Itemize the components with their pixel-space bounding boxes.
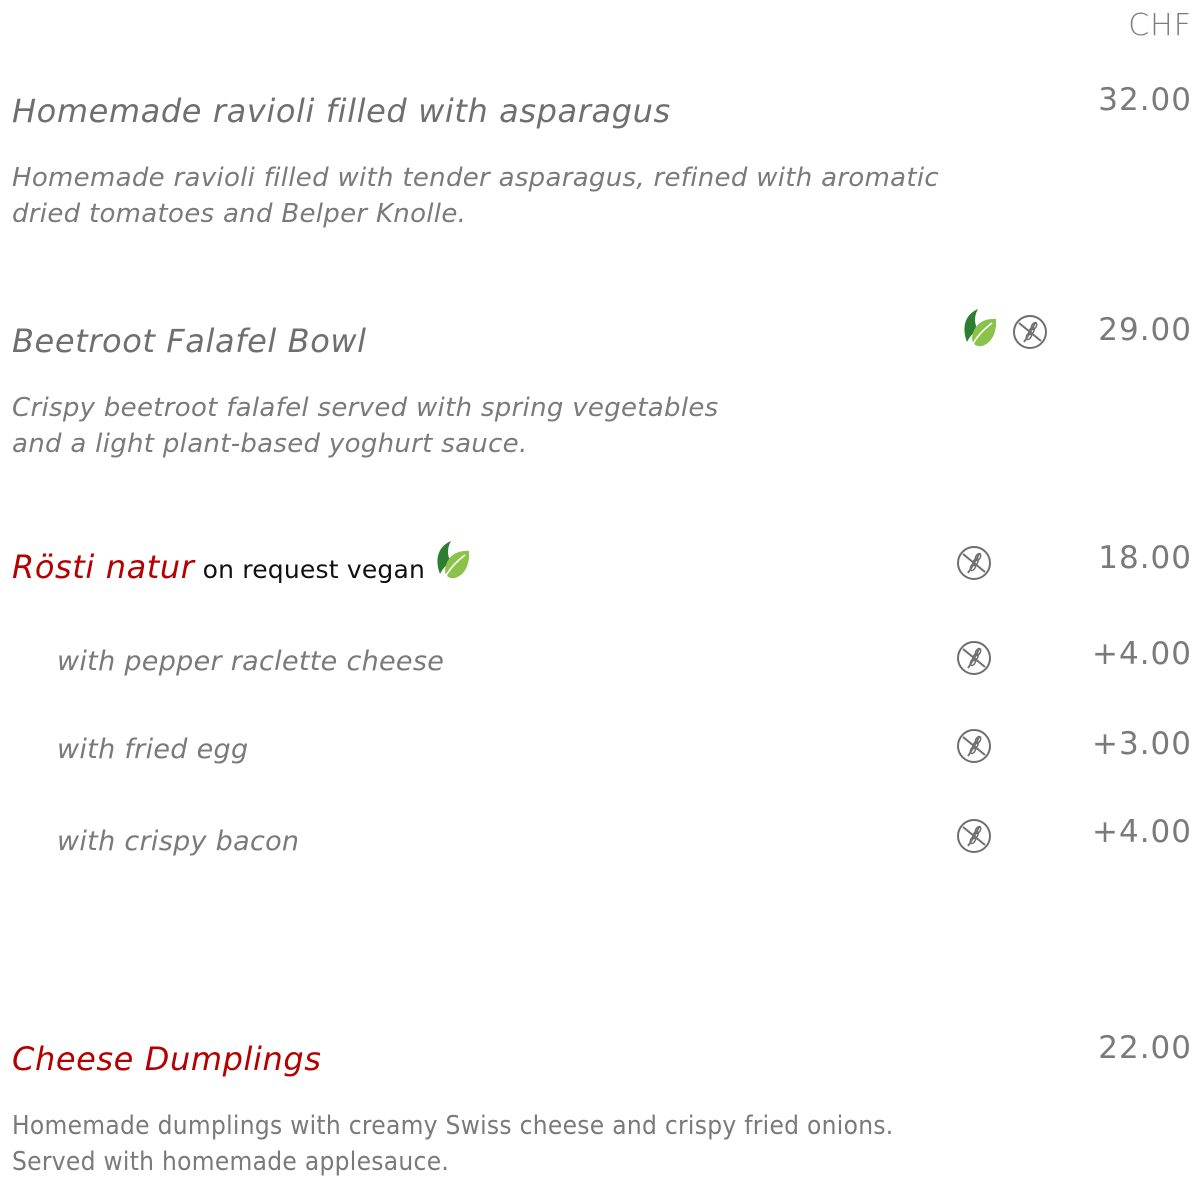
item-title-rosti: Rösti natur [12,548,195,586]
gluten-free-icon [956,728,992,764]
description-line: Homemade dumplings with creamy Swiss che… [12,1111,894,1141]
option-price-pepper-raclette: +4.00 [1092,636,1192,672]
option-crispy-bacon: with crispy bacon [57,826,300,857]
item-title-cheese-dumplings: Cheese Dumplings [12,1040,322,1078]
item-title-falafel: Beetroot Falafel Bowl [12,322,367,360]
currency-label: CHF [1128,8,1192,43]
item-price-rosti: 18.00 [1098,540,1192,576]
option-price-fried-egg: +3.00 [1092,726,1192,762]
item-price-falafel: 29.00 [1098,312,1192,348]
description-line: Served with homemade applesauce. [12,1147,450,1177]
gluten-free-icon [956,545,992,581]
description-line: and a light plant-based yoghurt sauce. [12,429,528,459]
vegan-leaf-icon [429,538,473,582]
item-description-falafel: Crispy beetroot falafel served with spri… [12,390,719,462]
gluten-free-icon [1012,314,1048,350]
item-title-row-rosti: Rösti natur on request vegan [12,538,473,586]
description-line: Homemade ravioli filled with tender aspa… [12,163,940,193]
gluten-free-icon [956,818,992,854]
description-line: Crispy beetroot falafel served with spri… [12,393,719,423]
vegan-leaf-icon [956,306,1000,350]
item-description-ravioli: Homemade ravioli filled with tender aspa… [12,160,939,232]
option-fried-egg: with fried egg [57,734,249,765]
vegan-on-request-note: on request vegan [202,555,426,584]
item-price-ravioli: 32.00 [1098,82,1192,118]
option-pepper-raclette: with pepper raclette cheese [57,646,445,677]
description-line: dried tomatoes and Belper Knolle. [12,199,467,229]
item-price-cheese-dumplings: 22.00 [1098,1030,1192,1066]
gluten-free-icon [956,640,992,676]
item-description-cheese-dumplings: Homemade dumplings with creamy Swiss che… [12,1108,894,1180]
item-title-ravioli: Homemade ravioli filled with asparagus [12,92,671,130]
option-price-crispy-bacon: +4.00 [1092,814,1192,850]
